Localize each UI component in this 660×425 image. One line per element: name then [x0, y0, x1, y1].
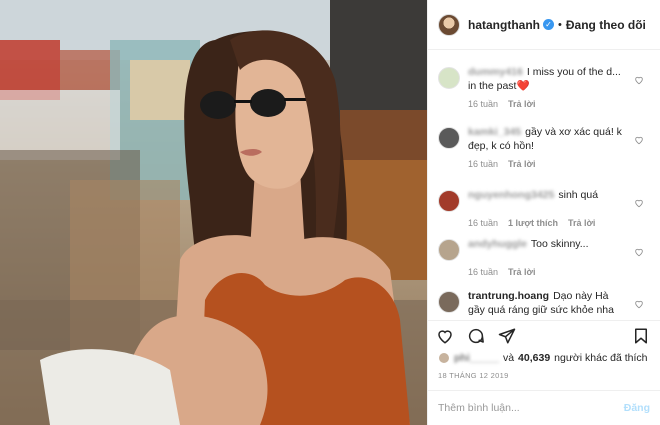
comment-meta: 16 tuần 1 lượt thích Trả lời — [468, 218, 652, 228]
comment-meta: 16 tuần Trả lời — [468, 267, 652, 277]
comment-list[interactable]: dummy416 I miss you of the d... in the pa… — [428, 51, 660, 320]
commenter-username[interactable]: dummy416 — [468, 66, 523, 78]
post-date[interactable]: 18 THÁNG 12 2019 — [438, 371, 509, 380]
comment-like-heart-icon[interactable] — [634, 299, 644, 309]
comment-like-heart-icon[interactable] — [634, 247, 644, 257]
comment-content: trantrung.hoang Dạo này Hà gầy quá ráng g… — [468, 289, 628, 320]
comment-item: trantrung.hoang Dạo này Hà gầy quá ráng g… — [438, 289, 652, 320]
reply-button[interactable]: Trả lời — [508, 99, 535, 109]
header-separator: • — [558, 18, 562, 31]
comment-content: nguyenhong3425 sinh quá — [468, 188, 628, 212]
add-comment-bar: Đăng — [428, 390, 660, 425]
comment-meta: 16 tuần Trả lời — [468, 159, 652, 169]
post-photo[interactable] — [0, 0, 427, 425]
commenter-username[interactable]: andyhuggle — [468, 238, 527, 250]
reply-button[interactable]: Trả lời — [568, 218, 595, 228]
paper-plane-icon[interactable] — [498, 327, 516, 345]
commenter-avatar[interactable] — [438, 67, 460, 89]
comment-content: dummy416 I miss you of the d... in the pa… — [468, 65, 628, 93]
commenter-avatar[interactable] — [438, 190, 460, 212]
likes-summary: phi_____ và 40,639 người khác đã thích — [438, 350, 654, 366]
comment-item: nguyenhong3425 sinh quá 16 tuần 1 lượt th… — [438, 188, 652, 228]
comment-text: sinh quá — [558, 189, 599, 201]
comment-input[interactable] — [438, 402, 624, 414]
post-header: hatangthanh ✓ • Đang theo dõi — [428, 0, 660, 50]
comment-item: dummy416 I miss you of the d... in the pa… — [438, 65, 652, 109]
comment-like-count[interactable]: 1 lượt thích — [508, 218, 558, 228]
comment-time: 16 tuần — [468, 159, 499, 169]
liker-username[interactable]: phi_____ — [454, 352, 499, 364]
likes-connector: và — [502, 352, 515, 364]
comment-content: andyhuggle Too skinny... — [468, 237, 628, 261]
post-action-bar — [428, 320, 660, 350]
likes-suffix: người khác đã thích — [554, 352, 648, 364]
comment-time: 16 tuần — [468, 267, 499, 277]
comment-like-heart-icon[interactable] — [634, 135, 644, 145]
photo-illustration — [0, 0, 427, 425]
post-comment-button[interactable]: Đăng — [624, 402, 650, 414]
commenter-username[interactable]: kamki_345 — [468, 126, 521, 138]
commenter-username[interactable]: trantrung.hoang — [468, 290, 549, 302]
following-button[interactable]: Đang theo dõi — [566, 18, 646, 32]
reply-button[interactable]: Trả lời — [508, 267, 535, 277]
bookmark-icon[interactable] — [632, 327, 650, 345]
author-avatar[interactable] — [438, 13, 460, 36]
speech-bubble-icon[interactable] — [467, 327, 485, 345]
verified-badge-icon: ✓ — [543, 19, 554, 30]
likes-count[interactable]: 40,639 — [518, 352, 550, 364]
comment-like-heart-icon[interactable] — [634, 198, 644, 208]
commenter-avatar[interactable] — [438, 291, 460, 313]
post-detail-panel: hatangthanh ✓ • Đang theo dõi dummy416 I … — [427, 0, 660, 425]
comment-item: andyhuggle Too skinny... 16 tuần Trả lời — [438, 237, 652, 277]
comment-meta: 16 tuần Trả lời — [468, 99, 652, 109]
comment-text: Too skinny... — [530, 238, 589, 250]
reply-button[interactable]: Trả lời — [508, 159, 535, 169]
heart-outline-icon[interactable] — [436, 327, 454, 345]
author-username[interactable]: hatangthanh — [468, 18, 540, 32]
commenter-username[interactable]: nguyenhong3425 — [468, 189, 554, 201]
commenter-avatar[interactable] — [438, 127, 460, 149]
comment-item: kamki_345 gầy và xơ xác quá! k đẹp, k có … — [438, 125, 652, 169]
comment-time: 16 tuần — [468, 99, 499, 109]
liker-avatar[interactable] — [438, 352, 450, 364]
comment-content: kamki_345 gầy và xơ xác quá! k đẹp, k có … — [468, 125, 628, 153]
comment-time: 16 tuần — [468, 218, 499, 228]
comment-like-heart-icon[interactable] — [634, 75, 644, 85]
commenter-avatar[interactable] — [438, 239, 460, 261]
